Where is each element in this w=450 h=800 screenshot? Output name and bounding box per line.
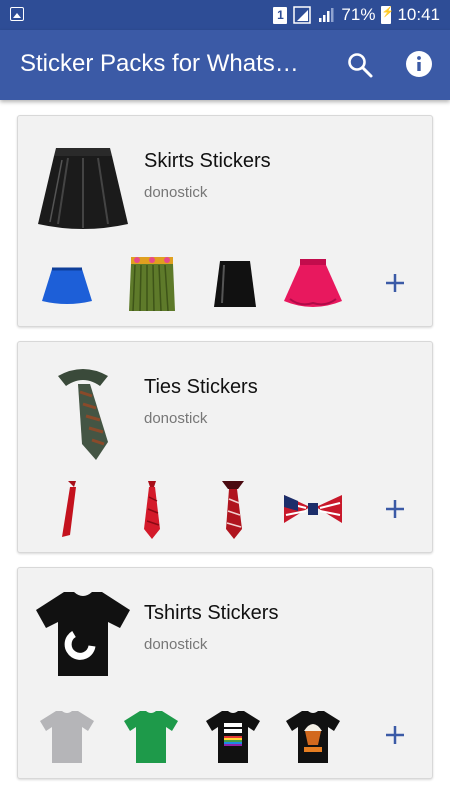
red-diagonal-tie-sticker [222,481,244,539]
app-title: Sticker Packs for Whats… [20,50,299,77]
pink-tutu-sticker [284,259,342,307]
pack-name: Tshirts Stickers [144,602,279,624]
red-striped-tie-sticker [144,481,160,539]
add-pack-button[interactable] [380,720,410,750]
flag-bow-tie-sticker [284,495,342,523]
info-icon[interactable] [405,50,433,78]
signal-icon [293,6,312,24]
red-tie-sticker [62,481,76,537]
blue-skirt-sticker [42,267,92,304]
pack-name: Skirts Stickers [144,150,271,172]
signal-strength-icon [319,8,334,22]
green-tshirt-sticker [124,711,178,763]
sticker-pack-card[interactable]: Tshirts Stickers donostick [17,567,433,779]
sticker-pack-list[interactable]: Skirts Stickers donostick Ties Stickers … [0,100,450,800]
search-icon[interactable] [346,51,374,79]
black-cupcake-tshirt-sticker [286,711,340,763]
black-printed-tshirt-sticker [206,711,260,763]
black-mini-skirt-sticker [214,261,256,307]
gallery-notification-icon [10,7,24,21]
status-indicators: 1 71% 10:41 [273,4,440,26]
pack-author: donostick [144,410,208,427]
sticker-pack-card[interactable]: Ties Stickers donostick [17,341,433,553]
app-bar: Sticker Packs for Whats… [0,30,450,100]
grey-tshirt-sticker [40,711,94,763]
sticker-pack-card[interactable]: Skirts Stickers donostick [17,115,433,327]
sim-icon: 1 [273,6,288,24]
clock: 10:41 [397,5,440,24]
grass-skirt-sticker [129,257,175,312]
add-pack-button[interactable] [380,268,410,298]
pack-author: donostick [144,184,208,201]
pack-name: Ties Stickers [144,376,258,398]
black-skirt-tray-icon [38,148,128,229]
add-pack-button[interactable] [380,494,410,524]
black-tshirt-tray-icon [36,592,130,676]
battery-icon [381,6,394,24]
striped-tie-tray-icon [58,369,108,460]
pack-author: donostick [144,636,208,653]
battery-percent: 71% [341,5,376,24]
status-bar: 1 71% 10:41 [0,0,450,30]
